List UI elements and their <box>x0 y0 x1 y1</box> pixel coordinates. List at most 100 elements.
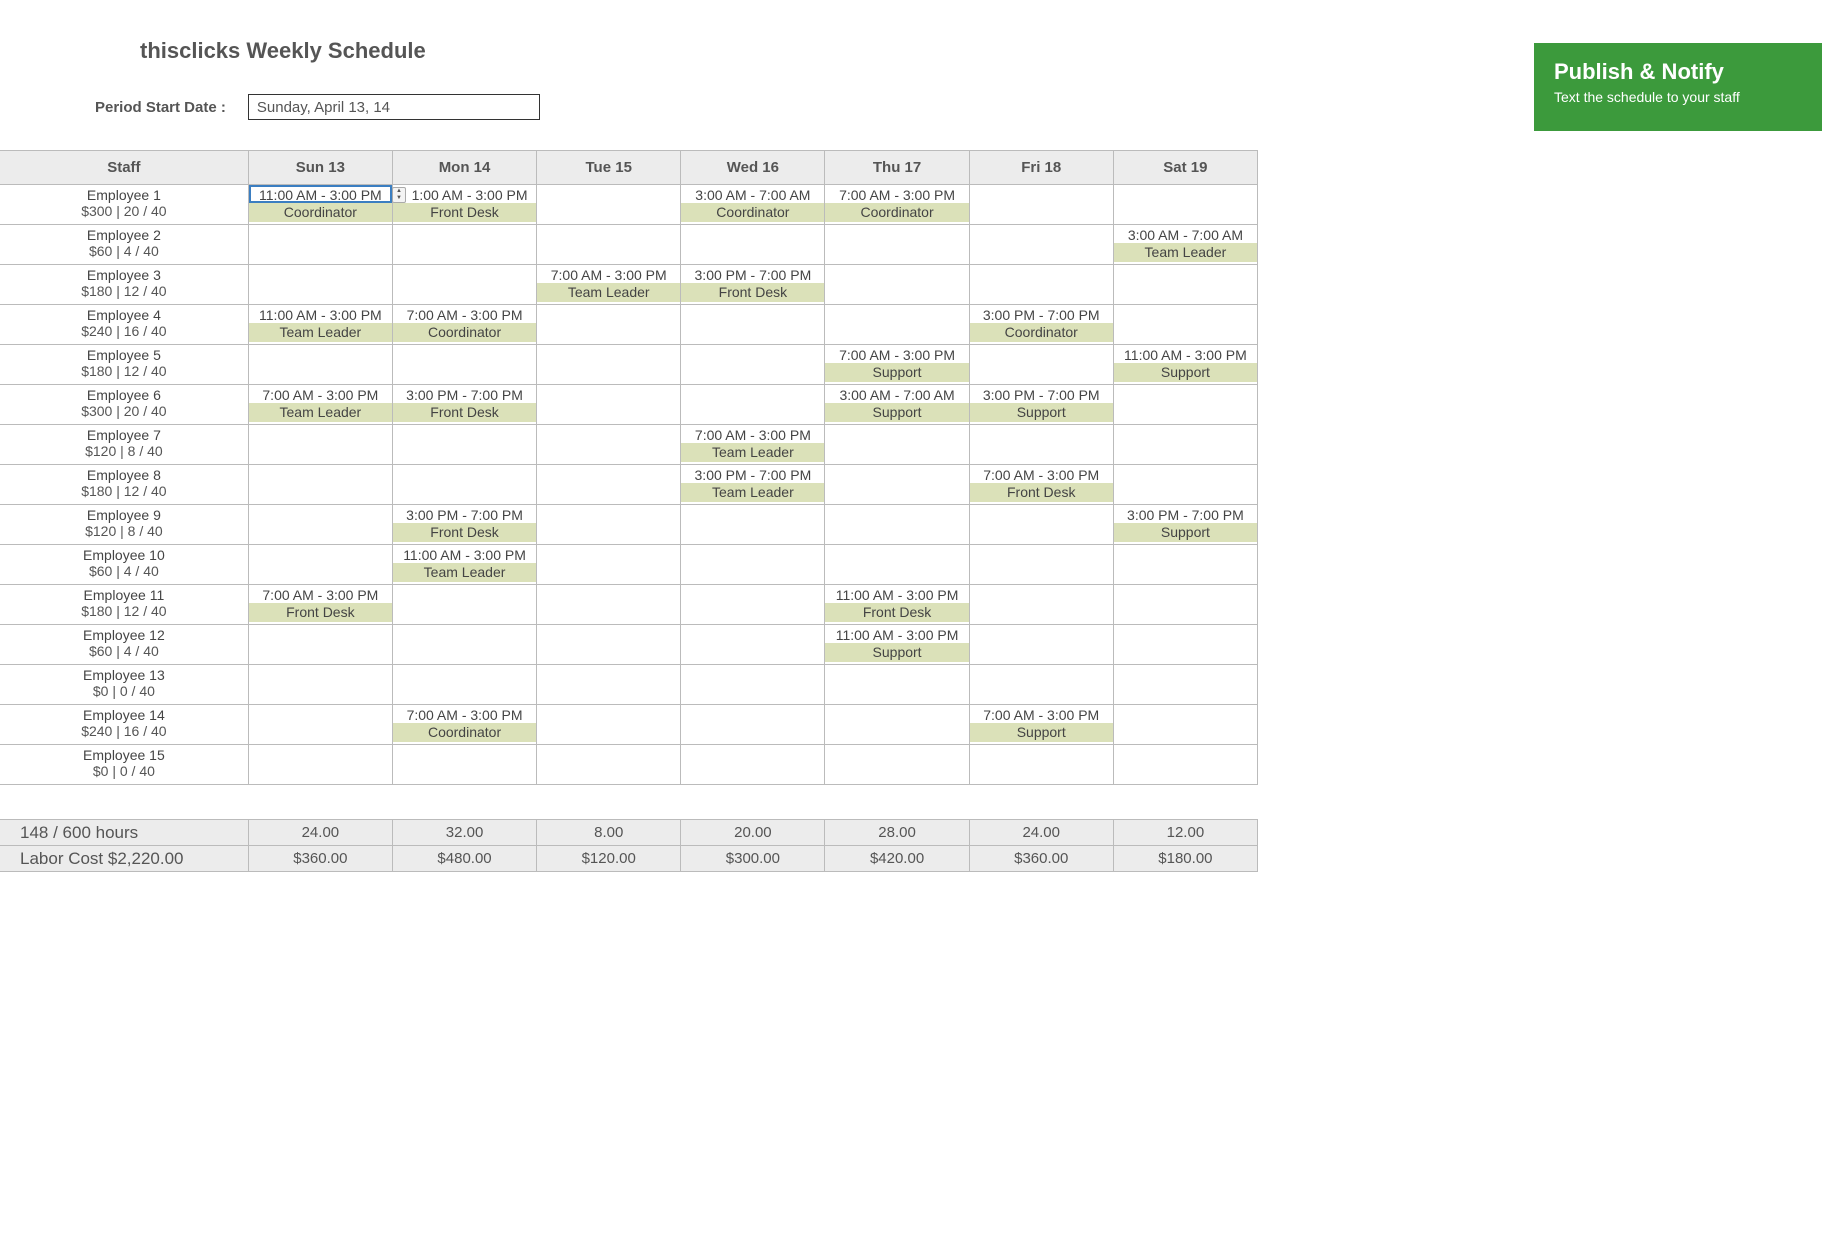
shift-cell[interactable]: 11:00 AM - 3:00 PMSupport <box>825 625 969 665</box>
shift-cell[interactable] <box>392 665 536 705</box>
shift-cell[interactable] <box>392 425 536 465</box>
shift-cell[interactable] <box>248 465 392 505</box>
shift-cell[interactable] <box>681 305 825 345</box>
shift-cell[interactable] <box>1113 385 1257 425</box>
shift-cell[interactable]: 3:00 AM - 7:00 AMTeam Leader <box>1113 225 1257 265</box>
shift-cell[interactable] <box>681 625 825 665</box>
shift-cell[interactable]: 3:00 PM - 7:00 PMSupport <box>1113 505 1257 545</box>
shift-cell[interactable] <box>825 465 969 505</box>
shift-cell[interactable]: 3:00 PM - 7:00 PMFront Desk <box>392 505 536 545</box>
shift-cell[interactable]: 7:00 AM - 3:00 PMTeam Leader <box>248 385 392 425</box>
shift-cell[interactable] <box>392 265 536 305</box>
shift-cell[interactable] <box>825 745 969 785</box>
shift-cell[interactable] <box>969 625 1113 665</box>
shift-cell[interactable] <box>537 545 681 585</box>
shift-cell[interactable] <box>969 345 1113 385</box>
shift-cell[interactable]: 3:00 PM - 7:00 PMFront Desk <box>392 385 536 425</box>
shift-cell[interactable] <box>1113 745 1257 785</box>
shift-cell[interactable] <box>825 705 969 745</box>
shift-cell[interactable] <box>537 185 681 225</box>
shift-cell[interactable]: 11:00 AM - 3:00 PMFront Desk <box>825 585 969 625</box>
shift-cell[interactable] <box>537 465 681 505</box>
shift-cell[interactable] <box>825 225 969 265</box>
shift-cell[interactable] <box>537 665 681 705</box>
shift-cell[interactable]: 11:00 AM - 3:00 PMCoordinator <box>248 185 392 225</box>
shift-cell[interactable] <box>969 665 1113 705</box>
shift-cell[interactable] <box>537 705 681 745</box>
shift-cell[interactable]: 3:00 PM - 7:00 PMSupport <box>969 385 1113 425</box>
shift-cell[interactable] <box>1113 425 1257 465</box>
shift-cell[interactable]: 7:00 AM - 3:00 PMFront Desk <box>248 585 392 625</box>
shift-cell[interactable] <box>1113 185 1257 225</box>
shift-cell[interactable] <box>681 225 825 265</box>
shift-cell[interactable]: 7:00 AM - 3:00 PMTeam Leader <box>681 425 825 465</box>
shift-cell[interactable]: 11:00 AM - 3:00 PMTeam Leader <box>248 305 392 345</box>
shift-cell[interactable] <box>392 465 536 505</box>
shift-cell[interactable]: 11:00 AM - 3:00 PMSupport <box>1113 345 1257 385</box>
shift-cell[interactable] <box>537 585 681 625</box>
shift-cell[interactable] <box>392 345 536 385</box>
shift-cell[interactable] <box>1113 585 1257 625</box>
shift-cell[interactable] <box>248 505 392 545</box>
shift-cell[interactable]: 7:00 AM - 3:00 PMFront Desk <box>969 465 1113 505</box>
shift-cell[interactable] <box>969 185 1113 225</box>
shift-cell[interactable] <box>1113 465 1257 505</box>
shift-cell[interactable] <box>681 705 825 745</box>
shift-cell[interactable] <box>248 225 392 265</box>
shift-cell[interactable] <box>248 705 392 745</box>
shift-cell[interactable]: 7:00 AM - 3:00 PMTeam Leader <box>537 265 681 305</box>
shift-cell[interactable] <box>681 585 825 625</box>
shift-cell[interactable] <box>392 225 536 265</box>
shift-cell[interactable]: 7:00 AM - 3:00 PMCoordinator <box>825 185 969 225</box>
shift-cell[interactable] <box>248 665 392 705</box>
shift-cell[interactable] <box>1113 305 1257 345</box>
shift-cell[interactable] <box>969 545 1113 585</box>
shift-cell[interactable] <box>248 265 392 305</box>
shift-cell[interactable] <box>537 505 681 545</box>
shift-cell[interactable] <box>681 745 825 785</box>
shift-cell[interactable] <box>681 665 825 705</box>
shift-cell[interactable] <box>825 305 969 345</box>
shift-cell[interactable] <box>969 745 1113 785</box>
shift-cell[interactable]: 11:00 AM - 3:00 PMTeam Leader <box>392 545 536 585</box>
shift-cell[interactable] <box>537 625 681 665</box>
shift-cell[interactable] <box>537 745 681 785</box>
shift-cell[interactable]: 7:00 AM - 3:00 PMCoordinator <box>392 305 536 345</box>
shift-cell[interactable]: 7:00 AM - 3:00 PMSupport <box>825 345 969 385</box>
shift-cell[interactable] <box>537 385 681 425</box>
shift-cell[interactable] <box>537 425 681 465</box>
shift-cell[interactable] <box>537 345 681 385</box>
shift-cell[interactable] <box>969 425 1113 465</box>
shift-cell[interactable] <box>969 265 1113 305</box>
shift-cell[interactable] <box>825 545 969 585</box>
shift-cell[interactable] <box>1113 705 1257 745</box>
period-start-input[interactable]: Sunday, April 13, 14 <box>248 94 540 120</box>
shift-cell[interactable]: 7:00 AM - 3:00 PMCoordinator <box>392 705 536 745</box>
shift-cell[interactable]: 3:00 AM - 7:00 AMCoordinator <box>681 185 825 225</box>
shift-cell[interactable] <box>248 345 392 385</box>
shift-cell[interactable] <box>1113 625 1257 665</box>
shift-cell[interactable] <box>969 225 1113 265</box>
shift-cell[interactable]: 3:00 PM - 7:00 PMCoordinator <box>969 305 1113 345</box>
shift-cell[interactable] <box>537 225 681 265</box>
shift-cell[interactable] <box>537 305 681 345</box>
shift-cell[interactable] <box>392 745 536 785</box>
shift-cell[interactable]: 7:00 AM - 3:00 PMSupport <box>969 705 1113 745</box>
shift-cell[interactable] <box>969 585 1113 625</box>
shift-cell[interactable] <box>1113 545 1257 585</box>
shift-cell[interactable] <box>681 345 825 385</box>
shift-cell[interactable]: 3:00 PM - 7:00 PMTeam Leader <box>681 465 825 505</box>
stepper-icon[interactable]: ▲▼ <box>392 187 406 203</box>
shift-cell[interactable] <box>248 545 392 585</box>
shift-cell[interactable] <box>681 385 825 425</box>
shift-cell[interactable] <box>825 665 969 705</box>
shift-cell[interactable] <box>825 265 969 305</box>
shift-cell[interactable] <box>825 425 969 465</box>
shift-cell[interactable]: 3:00 PM - 7:00 PMFront Desk <box>681 265 825 305</box>
shift-cell[interactable] <box>825 505 969 545</box>
shift-cell[interactable] <box>1113 665 1257 705</box>
shift-cell[interactable] <box>969 505 1113 545</box>
shift-cell[interactable] <box>1113 265 1257 305</box>
shift-cell[interactable]: 3:00 AM - 7:00 AMSupport <box>825 385 969 425</box>
shift-cell[interactable] <box>681 505 825 545</box>
